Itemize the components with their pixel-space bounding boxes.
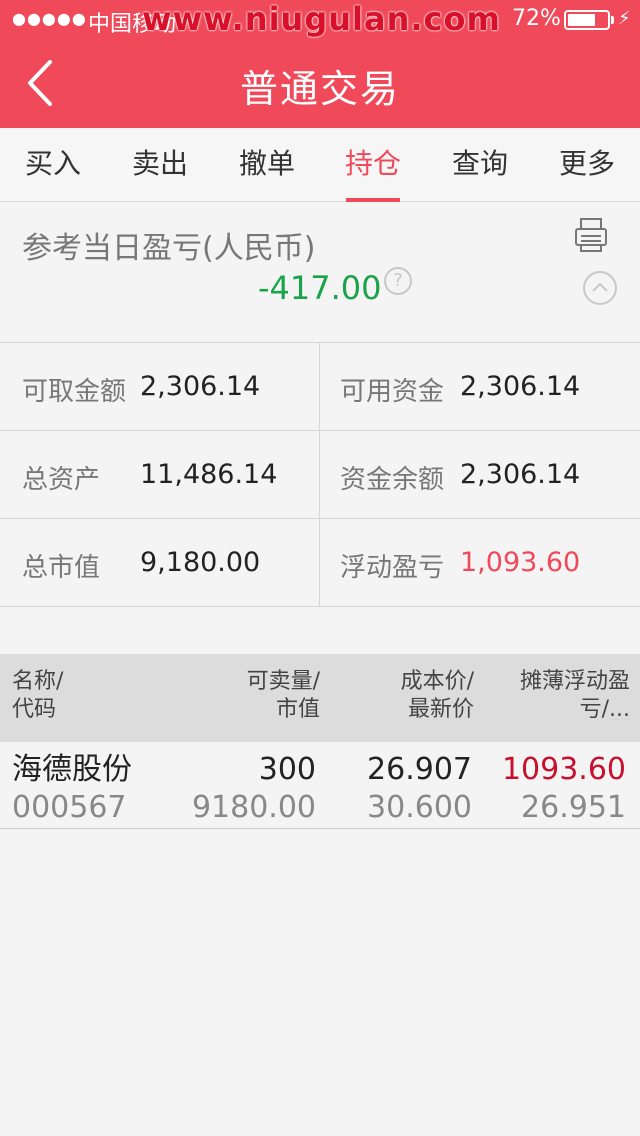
tab-more[interactable]: 更多 [534,128,640,202]
col-name-header-line2: 代码 [12,697,57,722]
watermark-text: www.niugulan.com [142,0,501,38]
col-cost-header-line2: 最新价 [407,697,474,722]
col-pl-header-line2: 亏/... [579,697,630,722]
battery-tip [611,16,614,24]
col-qty-header[interactable]: 可卖量/ 市值 [200,668,320,724]
battery-fill [568,14,595,26]
account-row: 可取金额 2,306.14 可用资金 2,306.14 [0,343,640,431]
trade-tabs: 买入 卖出 撤单 持仓 查询 更多 [0,128,640,202]
table-row[interactable]: 海德股份 000567 300 9180.00 26.907 30.600 10… [0,742,640,829]
cost-price: 26.907 [367,752,472,787]
available-funds-value: 2,306.14 [460,371,581,402]
help-icon[interactable]: ? [384,267,412,295]
header-bar: ●●●●● 中国移动 www.niugulan.com 72% ⚡ 普通交易 [0,0,640,128]
total-assets-label: 总资产 [22,465,101,495]
stock-name: 海德股份 [12,752,132,787]
col-pl-header[interactable]: 摊薄浮动盈 亏/... [480,668,630,724]
col-pl-header-line1: 摊薄浮动盈 [519,669,630,694]
col-name-header[interactable]: 名称/ 代码 [12,668,63,724]
statement-icon[interactable] [574,217,608,253]
tab-query[interactable]: 查询 [427,128,533,202]
stock-code: 000567 [12,790,127,825]
account-row: 总资产 11,486.14 资金余额 2,306.14 [0,431,640,519]
status-bar: ●●●●● 中国移动 www.niugulan.com 72% ⚡ [0,0,640,40]
charging-icon: ⚡ [618,8,631,29]
col-cost-header[interactable]: 成本价/ 最新价 [354,668,474,724]
col-name-header-line1: 名称/ [12,669,64,694]
col-qty-header-line2: 市值 [275,697,320,722]
market-value-label: 总市值 [22,553,101,583]
battery-icon [564,10,610,30]
market-value-value: 9,180.00 [140,547,261,578]
battery-percent: 72% [512,6,561,31]
fund-balance-value: 2,306.14 [460,459,581,490]
account-row: 总市值 9,180.00 浮动盈亏 1,093.60 [0,519,640,607]
daily-pl-value: -417.00 [258,269,382,307]
total-assets-value: 11,486.14 [140,459,278,490]
page-title: 普通交易 [239,67,400,111]
account-grid: 可取金额 2,306.14 可用资金 2,306.14 总资产 11,486.1… [0,343,640,607]
holdings-header: 名称/ 代码 可卖量/ 市值 成本价/ 最新价 摊薄浮动盈 亏/... [0,654,640,742]
tab-sell[interactable]: 卖出 [107,128,213,202]
col-qty-header-line1: 可卖量/ [246,669,320,694]
signal-icon: ●●●●● [12,9,87,28]
collapse-icon[interactable] [582,270,618,306]
tab-positions[interactable]: 持仓 [320,128,426,202]
tab-cancel-order[interactable]: 撤单 [214,128,320,202]
daily-pl-label: 参考当日盈亏(人民币) [22,231,316,266]
sellable-qty: 300 [258,752,316,787]
available-funds-label: 可用资金 [340,377,445,407]
withdrawable-label: 可取金额 [22,377,127,407]
floating-pl-label: 浮动盈亏 [340,553,445,583]
floating-pl-value: 1,093.60 [460,547,581,578]
tab-buy[interactable]: 买入 [0,128,106,202]
grid-divider [319,343,320,607]
position-market-value: 9180.00 [191,790,316,825]
floating-pl: 1093.60 [501,752,626,787]
fund-balance-label: 资金余额 [340,465,445,495]
daily-pl-summary: 参考当日盈亏(人民币) -417.00 ? [0,203,640,343]
pl-secondary: 26.951 [521,790,626,825]
latest-price: 30.600 [367,790,472,825]
withdrawable-value: 2,306.14 [140,371,261,402]
col-cost-header-line1: 成本价/ [400,669,474,694]
